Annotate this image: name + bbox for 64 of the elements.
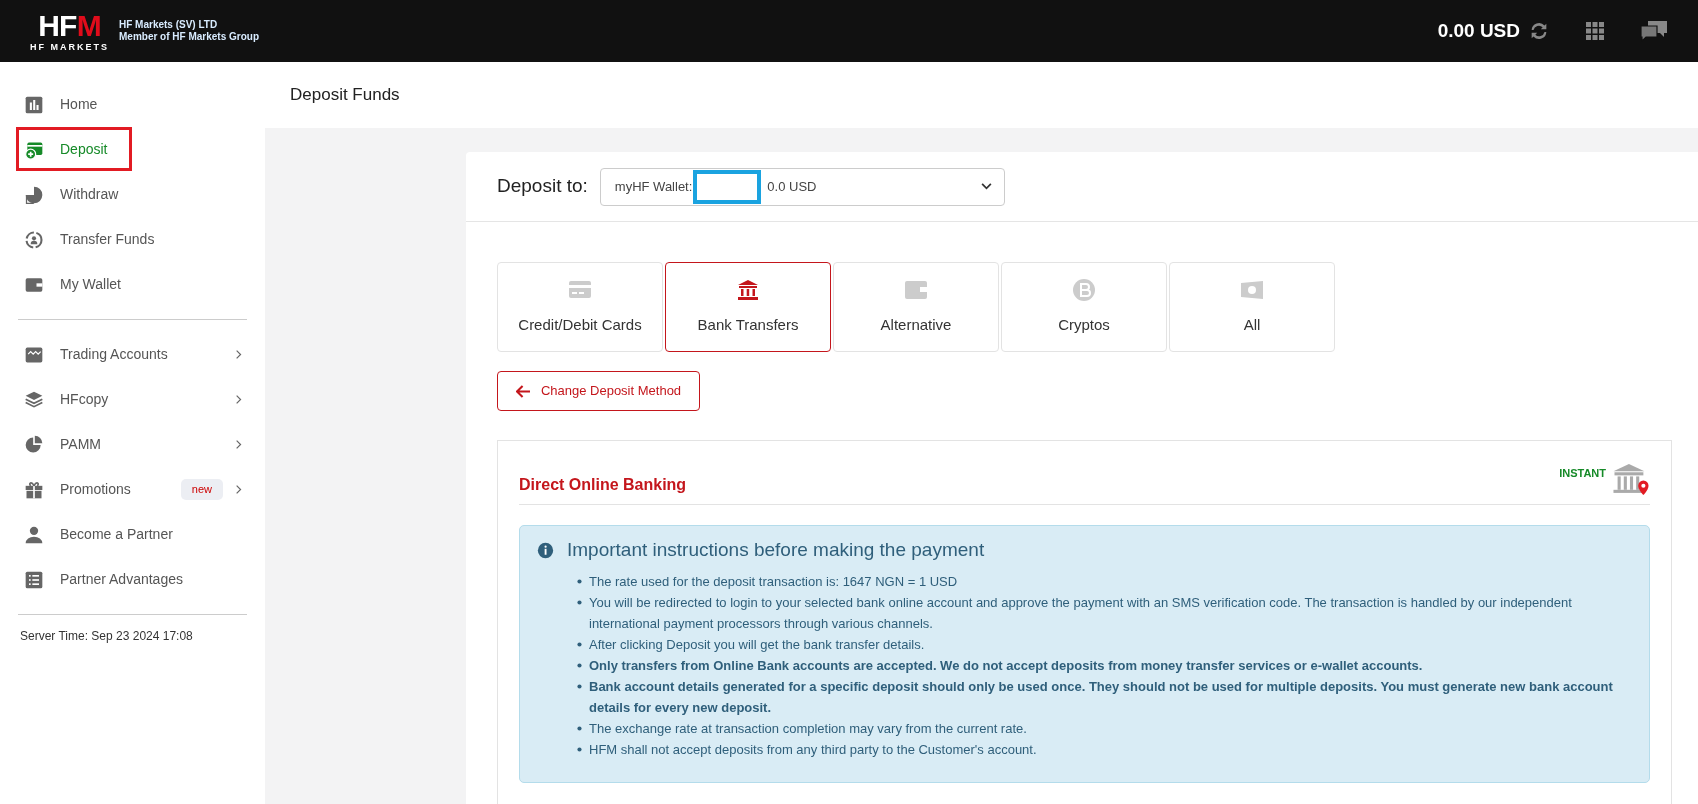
sidebar-item[interactable]: PAMM bbox=[0, 422, 265, 467]
deposit-to-label: Deposit to: bbox=[497, 174, 588, 199]
panel-title: Direct Online Banking bbox=[519, 475, 687, 495]
sidebar-item[interactable]: My Wallet bbox=[0, 262, 265, 307]
bullet-icon bbox=[577, 641, 582, 647]
chevron-right-icon bbox=[235, 484, 243, 495]
info-icon bbox=[537, 541, 554, 559]
bullet-icon bbox=[577, 746, 582, 752]
sidebar-item[interactable]: Transfer Funds bbox=[0, 217, 265, 262]
method-tab[interactable]: Alternative bbox=[833, 262, 999, 352]
new-badge: new bbox=[180, 479, 223, 500]
pie-chart-icon bbox=[24, 434, 44, 455]
instruction-text: HFM shall not accept deposits from any third party to the Customer's account. bbox=[589, 741, 1037, 757]
pie-chart-icon bbox=[24, 184, 44, 205]
bar-chart-icon bbox=[24, 94, 44, 115]
company-name: Member of HF Markets Group bbox=[119, 31, 260, 43]
chevron-right-icon bbox=[235, 439, 243, 450]
method-tab[interactable]: Cryptos bbox=[1001, 262, 1167, 352]
chat-icon bbox=[1640, 19, 1668, 43]
method-tab[interactable]: Bank Transfers bbox=[665, 262, 831, 352]
server-time: Server Time: Sep 23 2024 17:08 bbox=[19, 628, 194, 645]
redaction-box bbox=[693, 169, 762, 204]
balance-text: 0.00 USD bbox=[1437, 18, 1520, 43]
bitcoin-icon bbox=[1072, 277, 1096, 302]
bullet-icon bbox=[577, 683, 582, 689]
sidebar-item[interactable]: Promotions new bbox=[0, 467, 265, 512]
company-name: HF Markets (SV) LTD bbox=[119, 19, 219, 31]
instruction-text: After clicking Deposit you will get the bank transfer details. bbox=[589, 636, 925, 652]
sidebar-item[interactable]: Trading Accounts bbox=[0, 332, 265, 377]
bullet-icon bbox=[577, 578, 582, 584]
instruction-text: The exchange rate at transaction completion may vary from the current rate. bbox=[589, 720, 1027, 736]
notice-title: Important instructions before making the payment bbox=[567, 538, 985, 562]
method-tab[interactable]: Credit/Debit Cards bbox=[497, 262, 663, 352]
chevron-right-icon bbox=[235, 394, 243, 405]
sidebar-item[interactable]: Withdraw bbox=[0, 172, 265, 217]
user-circle-icon bbox=[24, 229, 44, 250]
bank-icon bbox=[736, 277, 760, 302]
instant-label: INSTANT bbox=[1559, 466, 1606, 481]
apps-grid-icon bbox=[1586, 22, 1604, 40]
sidebar-item[interactable]: Partner Advantages bbox=[0, 557, 265, 602]
instruction-text: Only transfers from Online Bank accounts are accepted. We do not accept deposits from money transfer services or e-wallet accounts. bbox=[589, 657, 1423, 673]
instruction-text: The rate used for the deposit transaction is: 1647 NGN = 1 USD bbox=[589, 573, 958, 589]
chevron-down-icon bbox=[980, 183, 992, 190]
bullet-icon bbox=[577, 725, 582, 731]
page-title: Deposit Funds bbox=[290, 84, 400, 107]
sidebar-item[interactable]: Home bbox=[0, 82, 265, 127]
arrow-left-icon bbox=[515, 384, 531, 398]
chevron-right-icon bbox=[235, 349, 243, 360]
list-icon bbox=[24, 569, 44, 590]
change-method-button[interactable]: Change Deposit Method bbox=[497, 371, 700, 411]
bullet-icon bbox=[577, 662, 582, 668]
bullet-icon bbox=[577, 599, 582, 605]
method-tab[interactable]: All bbox=[1169, 262, 1335, 352]
wallet-select[interactable]: myHF Wallet: 0.0 USD bbox=[599, 167, 1005, 206]
sidebar-item[interactable]: Become a Partner bbox=[0, 512, 265, 557]
logo: HFM HF MARKETS bbox=[30, 10, 109, 52]
user-icon bbox=[24, 524, 44, 545]
gift-icon bbox=[24, 479, 44, 500]
instruction-text: You will be redirected to login to your selected bank online account and approve the payment with an SMS verification code. The transaction is handled by our independent international payment processors through various channels. bbox=[589, 594, 1572, 631]
bank-pin-icon bbox=[1612, 462, 1650, 496]
layers-icon bbox=[24, 389, 44, 410]
sidebar-item[interactable]: HFcopy bbox=[0, 377, 265, 422]
sidebar-item[interactable]: Deposit bbox=[0, 127, 265, 172]
instruction-text: Bank account details generated for a specific deposit should only be used once. They should not be used for multiple deposits. You must generate new bank account details for every new deposit. bbox=[589, 678, 1613, 715]
